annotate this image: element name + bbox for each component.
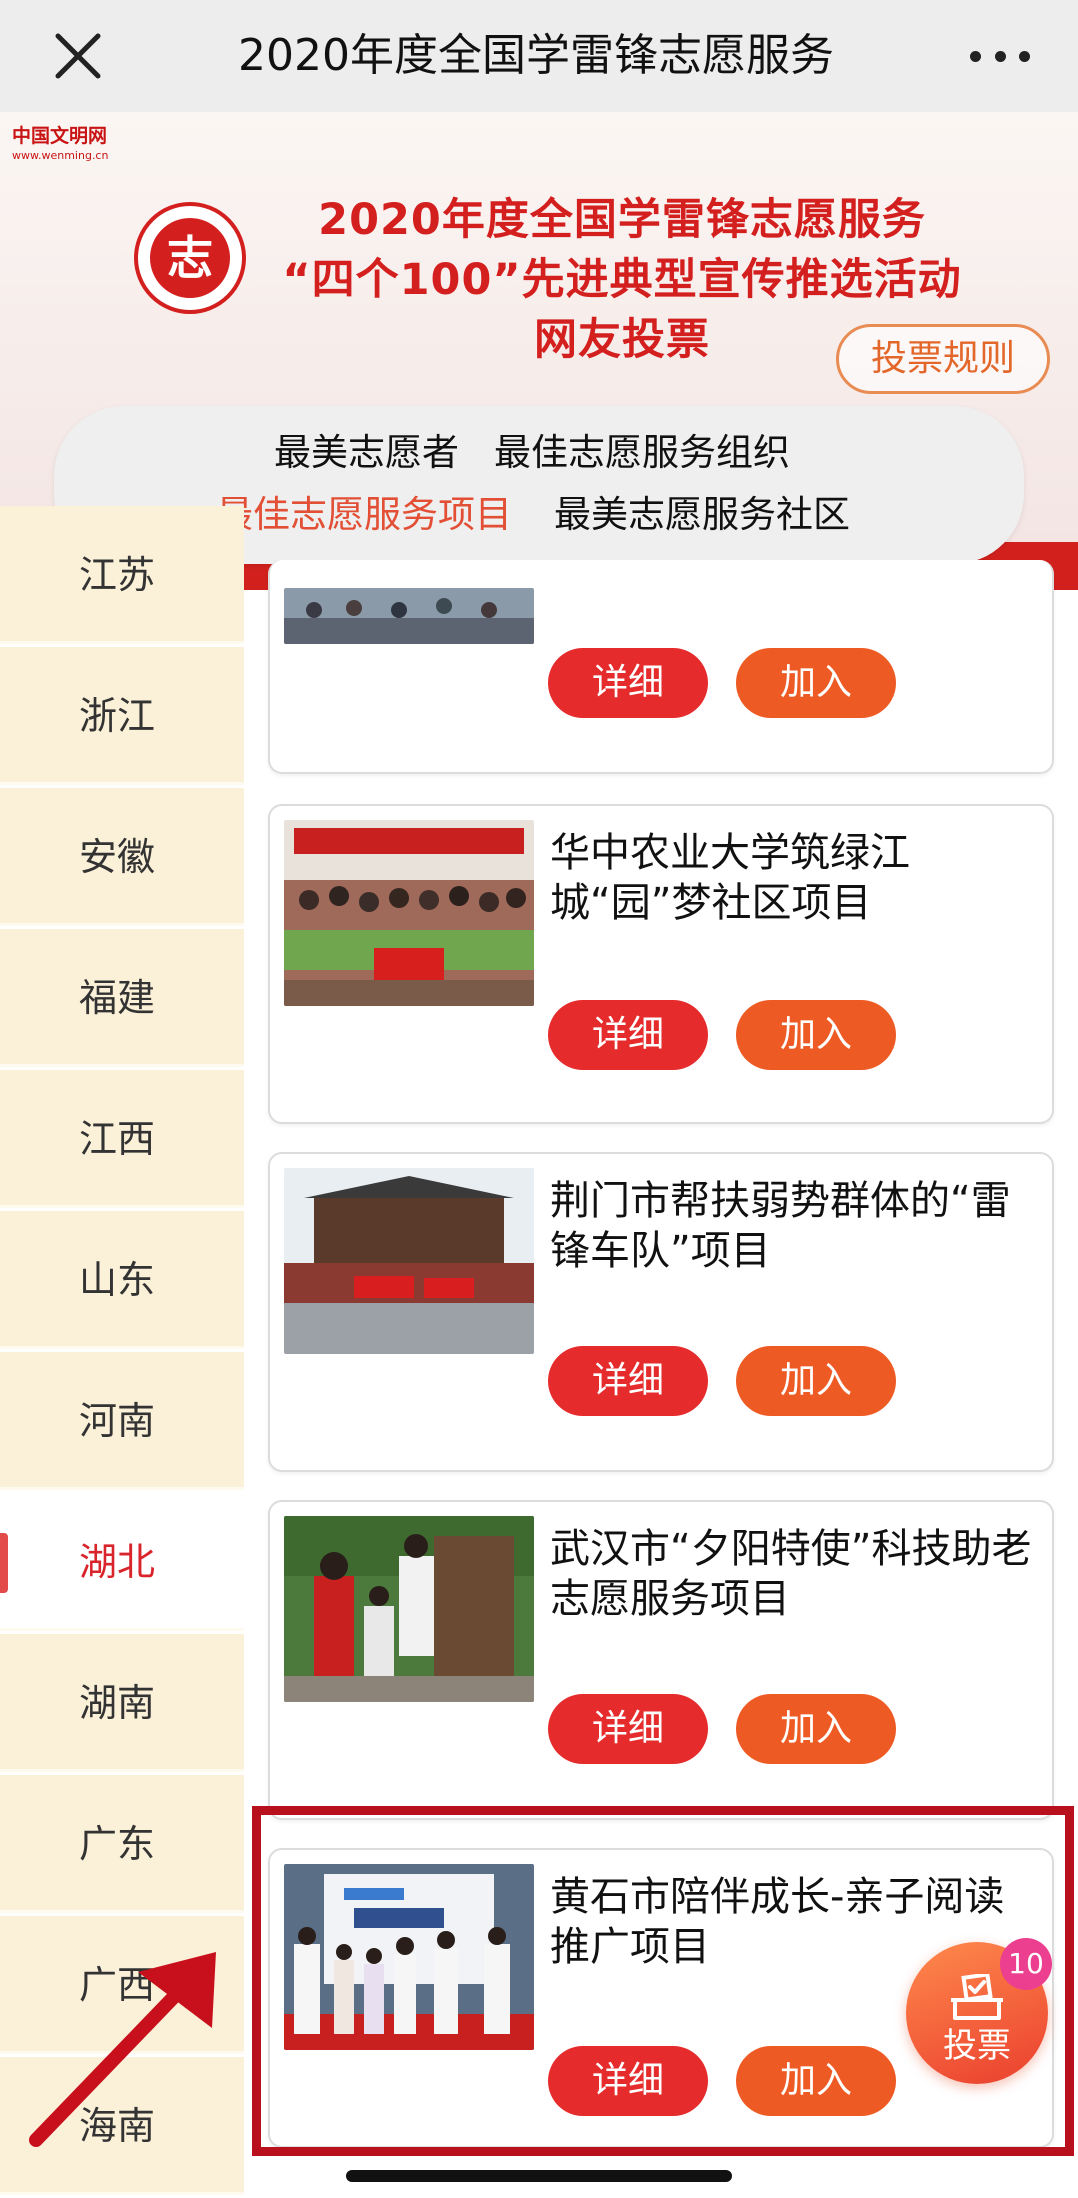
more-dots-icon[interactable] (970, 36, 1030, 76)
sidebar-item-label: 江苏 (78, 553, 155, 597)
sidebar-item-label: 广东 (78, 1822, 155, 1866)
sidebar-item-label: 山东 (78, 1258, 155, 1302)
project-card: 详细 加入 (268, 560, 1054, 774)
sidebar-item-jiangxi[interactable]: 江西 (0, 1070, 244, 1208)
tab-best-volunteer-project[interactable]: 最佳志愿服务项目 (216, 490, 512, 540)
join-button[interactable]: 加入 (736, 648, 896, 718)
banner-title-line1: 2020年度全国学雷锋志愿服务 (318, 195, 926, 245)
sidebar-item-shandong[interactable]: 山东 (0, 1211, 244, 1349)
project-photo (284, 820, 534, 1006)
vote-count-badge: 10 (1000, 1938, 1052, 1990)
project-card: 华中农业大学筑绿江城“园”梦社区项目 详细 加入 (268, 804, 1054, 1124)
sidebar-item-hunan[interactable]: 湖南 (0, 1634, 244, 1772)
project-photo (284, 1168, 534, 1354)
site-logo-url: www.wenming.cn (12, 149, 109, 162)
sidebar-item-label: 浙江 (78, 694, 155, 738)
ballot-box-icon (951, 1974, 1003, 2020)
project-photo (284, 1516, 534, 1702)
close-icon[interactable] (50, 28, 106, 84)
project-title[interactable]: 武汉市“夕阳特使”科技助老志愿服务项目 (550, 1524, 1040, 1624)
sidebar-item-label: 湖北 (78, 1540, 155, 1584)
sidebar-item-label: 河南 (78, 1399, 155, 1443)
top-nav-bar: 2020年度全国学雷锋志愿服务 (0, 0, 1078, 112)
sidebar-item-label: 湖南 (78, 1681, 155, 1725)
sidebar-item-label: 江西 (78, 1117, 155, 1161)
sidebar-item-fujian[interactable]: 福建 (0, 929, 244, 1067)
vote-label: 投票 (943, 2026, 1011, 2066)
annotation-arrow-icon (29, 1952, 216, 2147)
site-logo: 中国文明网 www.wenming.cn (12, 124, 122, 172)
sidebar-item-zhejiang[interactable]: 浙江 (0, 647, 244, 785)
sidebar-item-jiangsu[interactable]: 江苏 (0, 506, 244, 644)
site-logo-name: 中国文明网 (12, 125, 108, 147)
project-photo (284, 588, 534, 644)
sidebar-item-guangdong[interactable]: 广东 (0, 1775, 244, 1913)
sidebar-item-hubei[interactable]: 湖北 (0, 1493, 244, 1631)
project-title[interactable]: 荆门市帮扶弱势群体的“雷锋车队”项目 (550, 1176, 1040, 1276)
volunteer-emblem-icon: 志 (134, 202, 246, 314)
emblem-char: 志 (167, 231, 213, 285)
join-button[interactable]: 加入 (736, 1000, 896, 1070)
project-title[interactable]: 华中农业大学筑绿江城“园”梦社区项目 (550, 828, 1040, 928)
sidebar-item-label: 福建 (78, 976, 155, 1020)
project-card: 武汉市“夕阳特使”科技助老志愿服务项目 详细 加入 (268, 1500, 1054, 1820)
tab-best-volunteer-organization[interactable]: 最佳志愿服务组织 (494, 428, 790, 478)
project-card: 荆门市帮扶弱势群体的“雷锋车队”项目 详细 加入 (268, 1152, 1054, 1472)
tab-best-volunteer-community[interactable]: 最美志愿服务社区 (554, 490, 850, 540)
page-title: 2020年度全国学雷锋志愿服务 (238, 30, 834, 81)
detail-button[interactable]: 详细 (548, 1346, 708, 1416)
join-button[interactable]: 加入 (736, 1694, 896, 1764)
sidebar-item-anhui[interactable]: 安徽 (0, 788, 244, 926)
sidebar-item-henan[interactable]: 河南 (0, 1352, 244, 1490)
banner-title-line2: “四个100”先进典型宣传推选活动 (282, 255, 962, 305)
detail-button[interactable]: 详细 (548, 648, 708, 718)
tab-most-beautiful-volunteer[interactable]: 最美志愿者 (274, 428, 459, 478)
sidebar-item-label: 安徽 (78, 835, 155, 879)
detail-button[interactable]: 详细 (548, 1000, 708, 1070)
home-indicator[interactable] (346, 2170, 732, 2182)
vote-rules-button[interactable]: 投票规则 (836, 324, 1050, 394)
join-button[interactable]: 加入 (736, 1346, 896, 1416)
detail-button[interactable]: 详细 (548, 1694, 708, 1764)
